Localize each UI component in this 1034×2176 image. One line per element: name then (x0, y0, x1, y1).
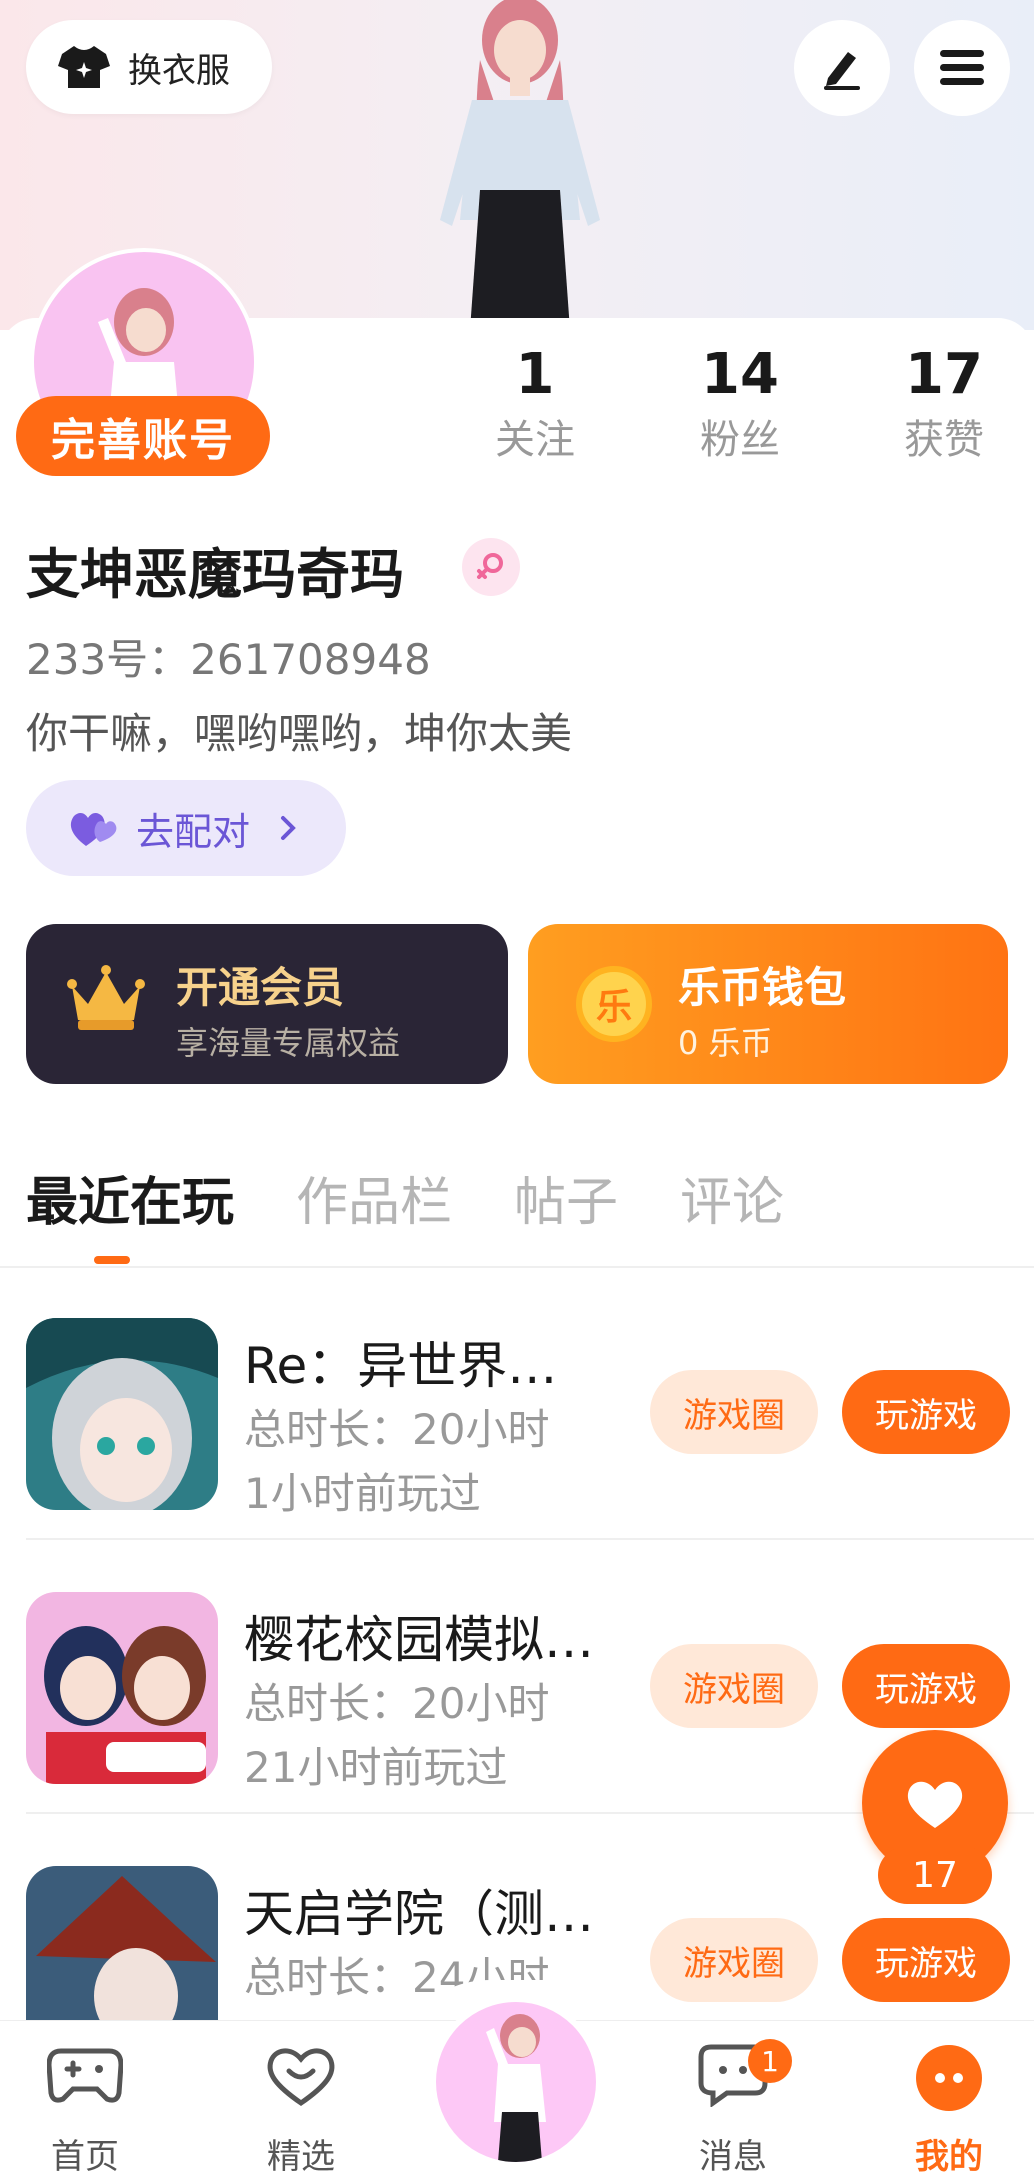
stat-following-value: 1 (515, 342, 555, 407)
nav-label-featured: 精选 (267, 2137, 335, 2176)
user-bio: 你干嘛，嘿哟嘿哟，坤你太美 (26, 709, 573, 758)
nav-item-featured[interactable]: 精选 (216, 2021, 386, 2176)
wallet-subtitle: 0 乐币 (678, 1024, 773, 1062)
stat-likes-value: 17 (905, 342, 983, 407)
tab-recent-played[interactable]: 最近在玩 (26, 1160, 234, 1240)
nav-label-me: 我的 (915, 2137, 983, 2176)
game-duration: 总时长：20小时 (244, 1679, 550, 1728)
avatar-3d-figure (440, 0, 600, 330)
message-badge: 1 (748, 2039, 792, 2083)
user-name: 支坤恶魔玛奇玛 (26, 543, 404, 606)
shirt-icon (58, 46, 110, 88)
hamburger-menu-icon (940, 50, 984, 85)
game-icon-re-zero (26, 1318, 218, 1510)
tab-posts[interactable]: 帖子 (514, 1160, 618, 1240)
match-label: 去配对 (136, 809, 251, 854)
nav-label-messages: 消息 (699, 2137, 767, 2176)
stat-likes-label: 获赞 (904, 417, 984, 463)
stat-fans-label: 粉丝 (700, 417, 780, 463)
coin-icon: 乐 (576, 966, 652, 1042)
crown-icon (67, 965, 145, 1030)
change-outfit-button[interactable]: 换衣服 (26, 20, 272, 114)
user-id: 233号：261708948 (26, 635, 431, 684)
game-title: Re：异世界… (244, 1337, 558, 1395)
pencil-icon (824, 52, 860, 90)
stat-following[interactable]: 1 关注 (455, 340, 615, 470)
gender-female-icon (462, 538, 520, 596)
stat-following-label: 关注 (495, 417, 575, 463)
play-game-button[interactable]: 玩游戏 (842, 1918, 1010, 2002)
chevron-right-icon (281, 816, 296, 840)
tab-comments[interactable]: 评论 (680, 1160, 784, 1240)
center-avatar-figure (486, 2014, 546, 2162)
row-divider (26, 1538, 1034, 1540)
nav-label-home: 首页 (51, 2137, 119, 2176)
coin-icon-char: 乐 (595, 987, 632, 1028)
coin-wallet-card[interactable]: 乐 乐币钱包 0 乐币 (528, 924, 1008, 1084)
change-outfit-label: 换衣服 (128, 50, 230, 91)
stat-fans[interactable]: 14 粉丝 (660, 340, 820, 470)
complete-account-button[interactable]: 完善账号 (16, 396, 270, 476)
nav-item-home[interactable]: 首页 (0, 2021, 170, 2176)
heart-outline-icon (267, 2048, 335, 2107)
tab-works[interactable]: 作品栏 (296, 1160, 452, 1240)
wallet-title: 乐币钱包 (678, 963, 847, 1012)
edit-profile-button[interactable] (794, 20, 890, 116)
play-game-button[interactable]: 玩游戏 (842, 1644, 1010, 1728)
double-heart-icon (70, 812, 117, 846)
profile-tabs: 最近在玩 作品栏 帖子 评论 (26, 1160, 784, 1240)
game-title: 天启学院（测… (244, 1885, 594, 1943)
game-circle-button[interactable]: 游戏圈 (650, 1918, 818, 2002)
game-last-played: 1小时前玩过 (244, 1469, 481, 1518)
menu-button[interactable] (914, 20, 1010, 116)
list-item[interactable]: Re：异世界… 总时长：20小时 1小时前玩过 游戏圈 玩游戏 (0, 1268, 1034, 1540)
game-title: 樱花校园模拟… (244, 1611, 594, 1669)
vip-subtitle: 享海量专属权益 (176, 1024, 401, 1062)
game-last-played: 21小时前玩过 (244, 1743, 508, 1792)
nav-item-me[interactable]: 我的 (864, 2021, 1034, 2176)
game-icon-sakura-school (26, 1592, 218, 1784)
stat-fans-value: 14 (701, 342, 779, 407)
nav-item-messages[interactable]: 1 消息 (648, 2021, 818, 2176)
vip-membership-card[interactable]: 开通会员 享海量专属权益 (26, 924, 508, 1084)
tab-active-indicator (94, 1256, 130, 1264)
center-avatar-button[interactable] (430, 1996, 602, 2168)
gamepad-icon (47, 2048, 123, 2103)
play-game-button[interactable]: 玩游戏 (842, 1370, 1010, 1454)
stat-likes[interactable]: 17 获赞 (864, 340, 1024, 470)
match-button[interactable]: 去配对 (26, 780, 346, 876)
game-circle-button[interactable]: 游戏圈 (650, 1370, 818, 1454)
game-circle-button[interactable]: 游戏圈 (650, 1644, 818, 1728)
game-duration: 总时长：20小时 (244, 1405, 550, 1454)
heart-icon (907, 1781, 963, 1828)
like-count: 17 (878, 1846, 992, 1904)
vip-title: 开通会员 (176, 963, 345, 1012)
profile-dots-icon (916, 2045, 982, 2111)
